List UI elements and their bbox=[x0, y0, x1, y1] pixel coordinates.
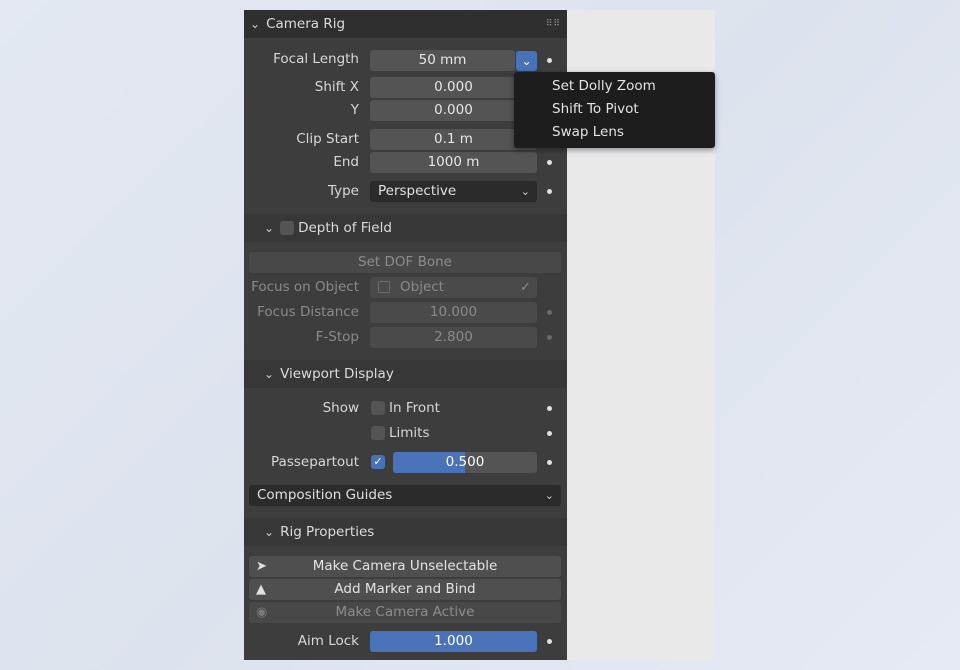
menu-item-set-dolly-zoom[interactable]: Set Dolly Zoom bbox=[552, 78, 656, 94]
focus-object-field[interactable]: Object ✓ bbox=[370, 277, 537, 298]
chevron-down-icon: ⌄ bbox=[250, 17, 261, 31]
drag-grip-icon[interactable]: ⠿⠿ bbox=[546, 19, 561, 29]
dof-title: Depth of Field bbox=[298, 220, 392, 236]
object-icon bbox=[378, 281, 390, 293]
focus-object-label: Focus on Object bbox=[251, 279, 359, 295]
keyframe-dot[interactable] bbox=[547, 335, 552, 340]
shift-y-field[interactable]: 0.000 bbox=[370, 100, 537, 121]
shift-x-label: Shift X bbox=[314, 79, 359, 95]
passepartout-checkbox[interactable]: ✓ bbox=[371, 455, 385, 469]
aim-lock-value: 1.000 bbox=[434, 633, 473, 649]
add-marker-label: Add Marker and Bind bbox=[334, 581, 476, 597]
focal-length-field[interactable]: 50 mm bbox=[370, 50, 515, 71]
show-label: Show bbox=[322, 400, 359, 416]
aim-lock-slider[interactable]: 1.000 bbox=[370, 631, 537, 652]
limits-label: Limits bbox=[389, 425, 430, 441]
rig-properties-title: Rig Properties bbox=[280, 524, 375, 540]
in-front-checkbox[interactable] bbox=[371, 401, 385, 415]
make-camera-active-label: Make Camera Active bbox=[335, 604, 475, 620]
shift-y-label: Y bbox=[350, 102, 359, 118]
keyframe-dot[interactable] bbox=[547, 58, 552, 63]
make-unselectable-button[interactable]: ➤ Make Camera Unselectable bbox=[249, 556, 561, 577]
keyframe-dot[interactable] bbox=[547, 460, 552, 465]
clip-start-label: Clip Start bbox=[296, 131, 359, 147]
make-camera-active-button[interactable]: ◉ Make Camera Active bbox=[249, 602, 561, 623]
keyframe-dot[interactable] bbox=[547, 160, 552, 165]
eyedropper-icon[interactable]: ✓ bbox=[520, 277, 531, 298]
type-value: Perspective bbox=[378, 183, 457, 199]
focus-object-placeholder: Object bbox=[400, 279, 444, 295]
composition-guides-label: Composition Guides bbox=[257, 487, 393, 503]
type-select[interactable]: Perspective ⌄ bbox=[370, 181, 537, 202]
panel-title: Camera Rig bbox=[266, 16, 346, 32]
focus-distance-field[interactable]: 10.000 bbox=[370, 302, 537, 323]
menu-item-shift-to-pivot[interactable]: Shift To Pivot bbox=[552, 101, 639, 117]
chevron-down-icon: ⌄ bbox=[544, 489, 554, 502]
passepartout-value: 0.500 bbox=[445, 454, 485, 470]
viewport-display-header[interactable]: ⌄ Viewport Display bbox=[244, 360, 567, 388]
focal-length-label: Focal Length bbox=[273, 51, 359, 67]
chevron-down-icon: ⌄ bbox=[264, 367, 275, 381]
clip-end-field[interactable]: 1000 m bbox=[370, 152, 537, 173]
composition-guides-select[interactable]: Composition Guides ⌄ bbox=[249, 485, 561, 506]
marker-triangle-icon: ▲ bbox=[256, 582, 266, 597]
keyframe-dot[interactable] bbox=[547, 189, 552, 194]
chevron-down-icon: ⌄ bbox=[520, 185, 530, 198]
clip-start-field[interactable]: 0.1 m bbox=[370, 129, 537, 150]
passepartout-label: Passepartout bbox=[271, 454, 359, 470]
aim-lock-label: Aim Lock bbox=[297, 633, 359, 649]
passepartout-slider[interactable]: 0.500 bbox=[393, 452, 537, 473]
focal-length-context-menu: Set Dolly Zoom Shift To Pivot Swap Lens bbox=[514, 72, 715, 148]
fstop-field[interactable]: 2.800 bbox=[370, 327, 537, 348]
shift-x-field[interactable]: 0.000 bbox=[370, 77, 537, 98]
chevron-down-icon: ⌄ bbox=[264, 221, 275, 235]
focal-length-dropdown-button[interactable]: ⌄ bbox=[516, 51, 537, 71]
dof-header[interactable]: ⌄ Depth of Field bbox=[244, 214, 567, 242]
in-front-label: In Front bbox=[389, 400, 440, 416]
panel-header[interactable]: ⌄ Camera Rig ⠿⠿ bbox=[244, 10, 567, 38]
rig-properties-header[interactable]: ⌄ Rig Properties bbox=[244, 518, 567, 546]
focus-distance-label: Focus Distance bbox=[257, 304, 359, 320]
cursor-arrow-icon: ➤ bbox=[256, 559, 267, 574]
dof-enable-checkbox[interactable] bbox=[280, 221, 295, 235]
viewport-display-title: Viewport Display bbox=[280, 366, 394, 382]
chevron-down-icon: ⌄ bbox=[521, 54, 532, 68]
clip-end-label: End bbox=[333, 154, 359, 170]
menu-item-swap-lens[interactable]: Swap Lens bbox=[552, 124, 624, 140]
add-marker-button[interactable]: ▲ Add Marker and Bind bbox=[249, 579, 561, 600]
set-dof-bone-button[interactable]: Set DOF Bone bbox=[249, 252, 561, 273]
make-unselectable-label: Make Camera Unselectable bbox=[312, 558, 498, 574]
keyframe-dot[interactable] bbox=[547, 431, 552, 436]
keyframe-dot[interactable] bbox=[547, 639, 552, 644]
chevron-down-icon: ⌄ bbox=[264, 525, 275, 539]
camera-icon: ◉ bbox=[256, 605, 268, 620]
limits-checkbox[interactable] bbox=[371, 426, 385, 440]
type-label: Type bbox=[327, 183, 359, 199]
keyframe-dot[interactable] bbox=[547, 406, 552, 411]
keyframe-dot[interactable] bbox=[547, 310, 552, 315]
fstop-label: F-Stop bbox=[315, 329, 359, 345]
